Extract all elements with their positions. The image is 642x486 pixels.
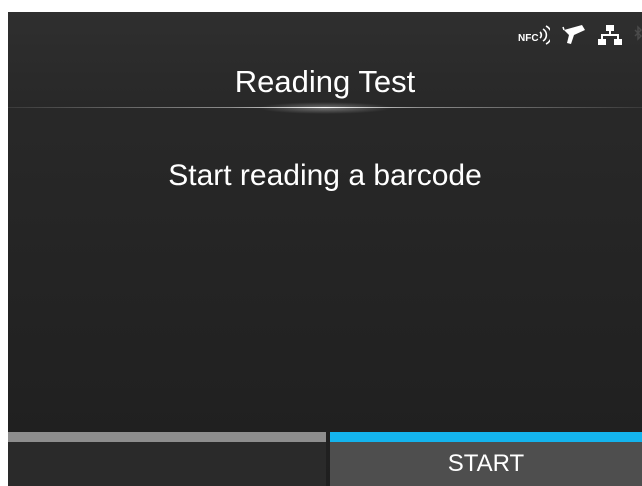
start-button-label: START (330, 442, 642, 486)
bluetooth-icon (634, 24, 642, 46)
start-button[interactable]: START (330, 432, 642, 486)
left-softkey[interactable] (8, 432, 326, 486)
left-softkey-bar (8, 432, 326, 442)
printer-display: NFC Reading Test Start reading a barcode… (8, 12, 642, 486)
status-icons: NFC (518, 22, 642, 48)
page-title: Reading Test (234, 64, 416, 99)
network-icon (598, 24, 622, 46)
barcode-scanner-icon (562, 24, 586, 46)
header: NFC Reading Test (8, 12, 642, 114)
instruction-message: Start reading a barcode (168, 159, 482, 192)
title-divider (8, 107, 642, 108)
nfc-label: NFC (518, 33, 539, 44)
left-softkey-label (8, 442, 326, 486)
start-button-bar (330, 432, 642, 442)
title-divider-glow (258, 102, 392, 114)
nfc-icon: NFC (518, 24, 550, 46)
